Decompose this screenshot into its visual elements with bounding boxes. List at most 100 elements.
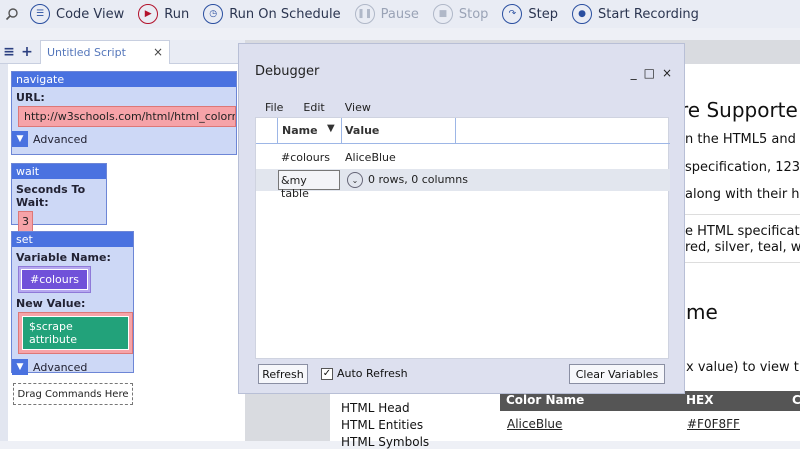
maximize-icon[interactable]: □ xyxy=(644,66,655,80)
pause-button[interactable]: ❚❚ Pause xyxy=(349,0,427,28)
seconds-to-wait-label: Seconds To Wait: xyxy=(16,183,86,209)
stop-icon: ■ xyxy=(432,4,453,24)
column-divider xyxy=(277,118,278,144)
run-button[interactable]: ▶ Run xyxy=(132,0,197,28)
table-row[interactable]: #colours AliceBlue xyxy=(256,147,670,169)
step-icon: ↷ xyxy=(502,4,523,24)
advanced-toggle[interactable]: ▼ Advanced xyxy=(12,131,236,147)
column-divider xyxy=(455,118,456,144)
web-paragraph-2: specification, 123 c xyxy=(685,160,800,175)
new-value-label: New Value: xyxy=(16,297,86,310)
checkbox-checked-icon: ✓ xyxy=(321,367,333,380)
web-nav-link[interactable]: HTML Symbols xyxy=(341,435,429,449)
table-cell-hex-link[interactable]: #F0F8FF xyxy=(687,417,740,431)
command-header[interactable]: set xyxy=(12,232,133,247)
column-divider xyxy=(341,118,342,144)
advanced-label: Advanced xyxy=(33,360,88,374)
expand-icon[interactable]: ⌄ xyxy=(347,172,363,188)
chevron-down-icon: ▼ xyxy=(12,131,28,147)
column-header-value[interactable]: Value xyxy=(345,124,379,137)
step-label: Step xyxy=(528,6,559,22)
web-nav-link[interactable]: HTML Entities xyxy=(341,418,423,432)
color-table-header: Color Name HEX C xyxy=(500,391,800,411)
web-paragraph-3: along with their he xyxy=(685,187,800,202)
advanced-label: Advanced xyxy=(33,132,88,146)
new-value-field[interactable]: $scrape attribute xyxy=(18,312,133,354)
web-divider xyxy=(685,214,800,215)
record-icon: ● xyxy=(572,4,593,24)
scrape-attribute-pill[interactable]: $scrape attribute xyxy=(22,316,129,350)
menu-icon[interactable]: ≡ xyxy=(0,44,18,60)
table-row[interactable]: &my table ⌄ 0 rows, 0 columns xyxy=(256,169,670,200)
web-divider xyxy=(685,262,800,263)
step-button[interactable]: ↷ Step xyxy=(496,0,566,28)
main-toolbar: ☰ Code View ▶ Run ◷ Run On Schedule ❚❚ P… xyxy=(0,0,800,28)
script-tab-strip: ≡ + Untitled Script × xyxy=(0,39,245,64)
variables-grid: Name ▼ Value #colours AliceBlue &my tabl… xyxy=(255,117,670,359)
table-header-hex: HEX xyxy=(686,393,714,407)
variable-name-cell[interactable]: &my table xyxy=(278,170,340,200)
run-on-schedule-button[interactable]: ◷ Run On Schedule xyxy=(197,0,348,28)
auto-refresh-label: Auto Refresh xyxy=(337,367,408,380)
web-paragraph-1: n the HTML5 and C xyxy=(685,132,800,147)
variable-value-cell: 0 rows, 0 columns xyxy=(368,173,468,186)
close-icon[interactable]: × xyxy=(662,66,672,80)
pause-label: Pause xyxy=(380,6,419,22)
command-header[interactable]: navigate xyxy=(12,72,236,87)
column-header-name[interactable]: Name xyxy=(282,124,318,137)
seconds-field[interactable]: 3 xyxy=(18,211,33,232)
start-recording-button[interactable]: ● Start Recording xyxy=(566,0,707,28)
code-view-label: Code View xyxy=(56,6,125,22)
table-cell-color-link[interactable]: AliceBlue xyxy=(507,417,562,431)
wait-command[interactable]: wait Seconds To Wait: 3 xyxy=(11,163,107,232)
run-icon: ▶ xyxy=(138,4,159,24)
auto-refresh-checkbox[interactable]: ✓ Auto Refresh xyxy=(321,367,408,380)
command-header[interactable]: wait xyxy=(12,164,106,179)
navigate-command[interactable]: navigate URL: http://w3schools.com/html/… xyxy=(11,71,237,155)
stop-label: Stop xyxy=(458,6,489,22)
debugger-menu-bar: File Edit View xyxy=(265,101,391,114)
web-heading-2: me xyxy=(686,300,718,324)
canvas-gutter xyxy=(0,64,8,441)
variable-value-cell: AliceBlue xyxy=(345,151,396,164)
code-view-icon: ☰ xyxy=(30,4,50,24)
search-icon[interactable] xyxy=(0,0,24,28)
variable-name-label: Variable Name: xyxy=(16,251,111,264)
web-heading: re Supporte xyxy=(680,98,798,122)
table-header-color-name: Color Name xyxy=(506,393,585,407)
web-paragraph-4: e HTML specificatio xyxy=(685,224,800,239)
refresh-button[interactable]: Refresh xyxy=(258,364,308,384)
window-controls: _ □ × xyxy=(631,66,672,80)
chevron-down-icon: ▼ xyxy=(12,359,28,375)
table-header-c: C xyxy=(792,393,800,407)
menu-file[interactable]: File xyxy=(265,101,283,114)
close-icon[interactable]: × xyxy=(153,45,163,59)
drag-commands-dropzone[interactable]: Drag Commands Here xyxy=(13,383,133,405)
url-field[interactable]: http://w3schools.com/html/html_colorname… xyxy=(18,106,236,127)
variable-pill[interactable]: #colours xyxy=(21,269,89,290)
web-paragraph-6: x value) to view th xyxy=(686,360,800,375)
debugger-window: Debugger _ □ × File Edit View Name ▼ Val… xyxy=(238,43,685,394)
pause-icon: ❚❚ xyxy=(354,4,375,24)
start-recording-label: Start Recording xyxy=(598,6,699,22)
menu-view[interactable]: View xyxy=(345,101,371,114)
set-command[interactable]: set Variable Name: #colours New Value: $… xyxy=(11,231,134,375)
web-paragraph-5: red, silver, teal, wh xyxy=(685,240,800,255)
tab-untitled-script[interactable]: Untitled Script × xyxy=(40,39,170,64)
tab-title: Untitled Script xyxy=(47,45,126,59)
stop-button[interactable]: ■ Stop xyxy=(427,0,497,28)
run-label: Run xyxy=(164,6,190,22)
minimize-icon[interactable]: _ xyxy=(631,66,637,80)
web-nav-link[interactable]: HTML Head xyxy=(341,401,410,415)
advanced-toggle[interactable]: ▼ Advanced xyxy=(12,359,133,375)
filter-icon[interactable]: ▼ xyxy=(327,123,335,134)
variable-name-field[interactable]: #colours xyxy=(18,266,92,293)
add-tab-icon[interactable]: + xyxy=(18,44,36,60)
schedule-icon: ◷ xyxy=(203,4,224,24)
menu-edit[interactable]: Edit xyxy=(303,101,324,114)
code-view-button[interactable]: ☰ Code View xyxy=(24,0,132,28)
debugger-title: Debugger xyxy=(255,64,320,79)
url-label: URL: xyxy=(16,91,45,104)
run-on-schedule-label: Run On Schedule xyxy=(229,6,341,22)
clear-variables-button[interactable]: Clear Variables xyxy=(569,364,665,384)
